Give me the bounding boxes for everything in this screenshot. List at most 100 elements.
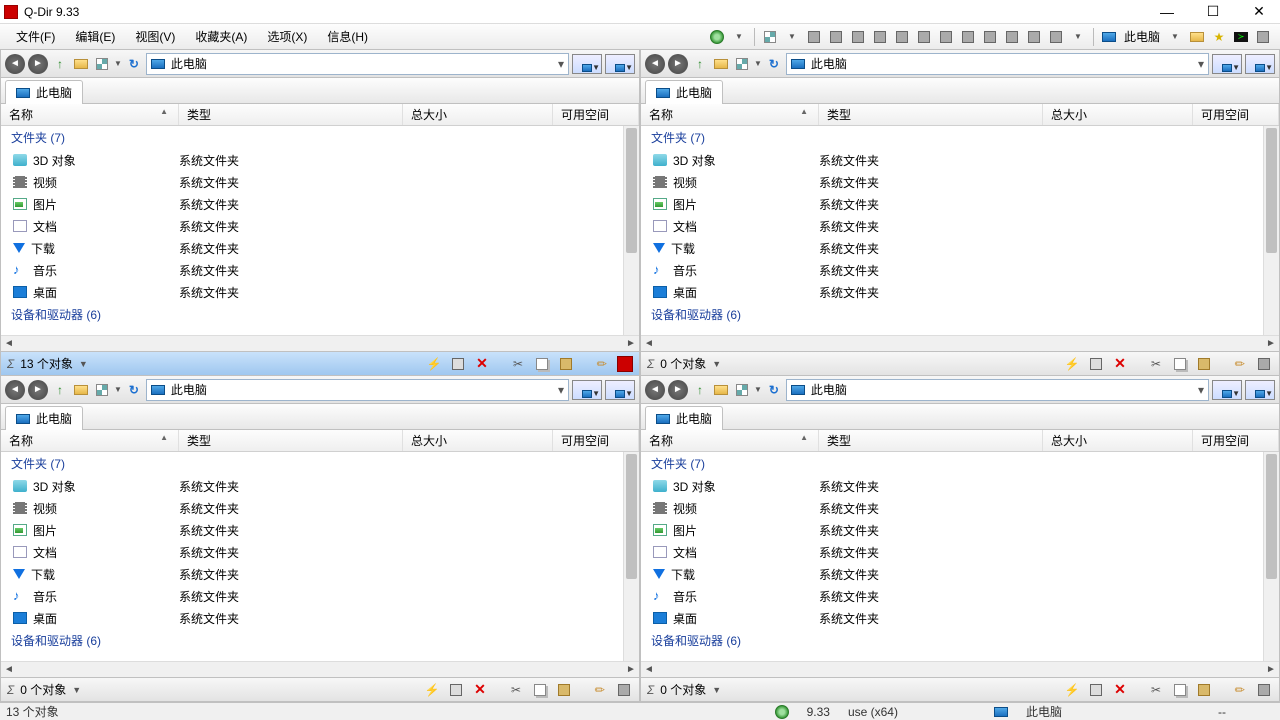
- group-devices[interactable]: 设备和驱动器 (6): [641, 303, 1263, 326]
- list-item[interactable]: 文档系统文件夹: [641, 541, 1263, 563]
- list-item[interactable]: 3D 对象系统文件夹: [641, 475, 1263, 497]
- layout-button[interactable]: [849, 28, 867, 46]
- window-icon[interactable]: [1254, 28, 1272, 46]
- tab[interactable]: 此电脑: [5, 406, 83, 430]
- menu-file[interactable]: 文件(F): [6, 24, 65, 49]
- list-item[interactable]: 3D 对象系统文件夹: [641, 149, 1263, 171]
- col-type[interactable]: 类型: [179, 430, 403, 451]
- tab[interactable]: 此电脑: [645, 406, 723, 430]
- refresh-button[interactable]: ↻: [765, 381, 783, 399]
- tab[interactable]: 此电脑: [645, 80, 723, 104]
- edit-button[interactable]: ✎: [1227, 677, 1252, 702]
- forward-button[interactable]: ►: [28, 380, 48, 400]
- col-size[interactable]: 总大小: [1043, 430, 1193, 451]
- address-bar[interactable]: 此电脑▾: [146, 53, 569, 75]
- rename-icon[interactable]: [449, 355, 467, 373]
- list-item[interactable]: 文档系统文件夹: [1, 541, 623, 563]
- col-name[interactable]: 名称▲: [641, 430, 819, 451]
- horizontal-scrollbar[interactable]: ◄►: [641, 335, 1279, 351]
- horizontal-scrollbar[interactable]: ◄►: [1, 661, 639, 677]
- col-size[interactable]: 总大小: [1043, 104, 1193, 125]
- group-devices[interactable]: 设备和驱动器 (6): [641, 629, 1263, 652]
- group-devices[interactable]: 设备和驱动器 (6): [1, 629, 623, 652]
- col-free[interactable]: 可用空间: [553, 430, 639, 451]
- menu-options[interactable]: 选项(X): [257, 24, 317, 49]
- folder-open-icon[interactable]: [1188, 28, 1206, 46]
- list-item[interactable]: ♪音乐系统文件夹: [641, 585, 1263, 607]
- layout-button[interactable]: [981, 28, 999, 46]
- view-button[interactable]: [93, 55, 111, 73]
- dropdown-icon[interactable]: ▼: [712, 685, 721, 695]
- layout-button[interactable]: [805, 28, 823, 46]
- back-button[interactable]: ◄: [5, 54, 25, 74]
- forward-button[interactable]: ►: [668, 380, 688, 400]
- menu-info[interactable]: 信息(H): [317, 24, 378, 49]
- address-bar[interactable]: 此电脑▾: [786, 379, 1209, 401]
- list-item[interactable]: 视频系统文件夹: [1, 171, 623, 193]
- dropdown-icon[interactable]: ▼: [730, 28, 748, 46]
- grid-icon[interactable]: [1255, 681, 1273, 699]
- list-item[interactable]: 桌面系统文件夹: [1, 281, 623, 303]
- list-item[interactable]: 视频系统文件夹: [641, 171, 1263, 193]
- refresh-button[interactable]: ↻: [125, 381, 143, 399]
- edit-button[interactable]: ✎: [1227, 351, 1252, 376]
- layout-button[interactable]: [827, 28, 845, 46]
- cut-button[interactable]: ✂: [1147, 681, 1165, 699]
- delete-button[interactable]: ✕: [1111, 355, 1129, 373]
- paste-button[interactable]: [1195, 681, 1213, 699]
- dropdown-icon[interactable]: ▼: [79, 359, 88, 369]
- folder-button[interactable]: [712, 381, 730, 399]
- group-folders[interactable]: 文件夹 (7): [641, 452, 1263, 475]
- grid-icon[interactable]: [1255, 355, 1273, 373]
- list-item[interactable]: 图片系统文件夹: [641, 519, 1263, 541]
- maximize-button[interactable]: ☐: [1196, 2, 1230, 22]
- layout-button[interactable]: [937, 28, 955, 46]
- col-name[interactable]: 名称▲: [1, 430, 179, 451]
- layout-button[interactable]: [893, 28, 911, 46]
- folder-button[interactable]: [72, 381, 90, 399]
- col-free[interactable]: 可用空间: [1193, 430, 1279, 451]
- pc-label[interactable]: 此电脑: [1124, 28, 1160, 45]
- delete-button[interactable]: ✕: [1111, 681, 1129, 699]
- folder-button[interactable]: [72, 55, 90, 73]
- color-button-1[interactable]: ▼: [1212, 380, 1242, 400]
- action-icon[interactable]: ⚡: [1063, 355, 1081, 373]
- folder-button[interactable]: [712, 55, 730, 73]
- color-button-2[interactable]: ▼: [605, 54, 635, 74]
- list-item[interactable]: 3D 对象系统文件夹: [1, 475, 623, 497]
- color-button-1[interactable]: ▼: [572, 380, 602, 400]
- up-button[interactable]: ↑: [691, 381, 709, 399]
- col-type[interactable]: 类型: [179, 104, 403, 125]
- edit-button[interactable]: ✎: [587, 677, 612, 702]
- rename-icon[interactable]: [1087, 681, 1105, 699]
- layout-button[interactable]: [1047, 28, 1065, 46]
- paste-button[interactable]: [555, 681, 573, 699]
- color-button-1[interactable]: ▼: [572, 54, 602, 74]
- color-button-1[interactable]: ▼: [1212, 54, 1242, 74]
- col-name[interactable]: 名称▲: [1, 104, 179, 125]
- cut-button[interactable]: ✂: [507, 681, 525, 699]
- back-button[interactable]: ◄: [645, 380, 665, 400]
- col-size[interactable]: 总大小: [403, 430, 553, 451]
- menu-view[interactable]: 视图(V): [125, 24, 185, 49]
- col-free[interactable]: 可用空间: [553, 104, 639, 125]
- list-item[interactable]: ♪音乐系统文件夹: [641, 259, 1263, 281]
- refresh-button[interactable]: ↻: [125, 55, 143, 73]
- list-item[interactable]: 图片系统文件夹: [1, 193, 623, 215]
- group-devices[interactable]: 设备和驱动器 (6): [1, 303, 623, 326]
- copy-button[interactable]: [1171, 355, 1189, 373]
- list-item[interactable]: 文档系统文件夹: [641, 215, 1263, 237]
- rename-icon[interactable]: [1087, 355, 1105, 373]
- dropdown-icon[interactable]: ▼: [1166, 28, 1184, 46]
- list-item[interactable]: 图片系统文件夹: [641, 193, 1263, 215]
- forward-button[interactable]: ►: [668, 54, 688, 74]
- color-button-2[interactable]: ▼: [1245, 380, 1275, 400]
- layout-button[interactable]: [1003, 28, 1021, 46]
- dropdown-icon[interactable]: ▼: [72, 685, 81, 695]
- cut-button[interactable]: ✂: [1147, 355, 1165, 373]
- dropdown-icon[interactable]: ▼: [783, 28, 801, 46]
- list-item[interactable]: ♪音乐系统文件夹: [1, 585, 623, 607]
- up-button[interactable]: ↑: [51, 381, 69, 399]
- list-item[interactable]: 3D 对象系统文件夹: [1, 149, 623, 171]
- col-type[interactable]: 类型: [819, 104, 1043, 125]
